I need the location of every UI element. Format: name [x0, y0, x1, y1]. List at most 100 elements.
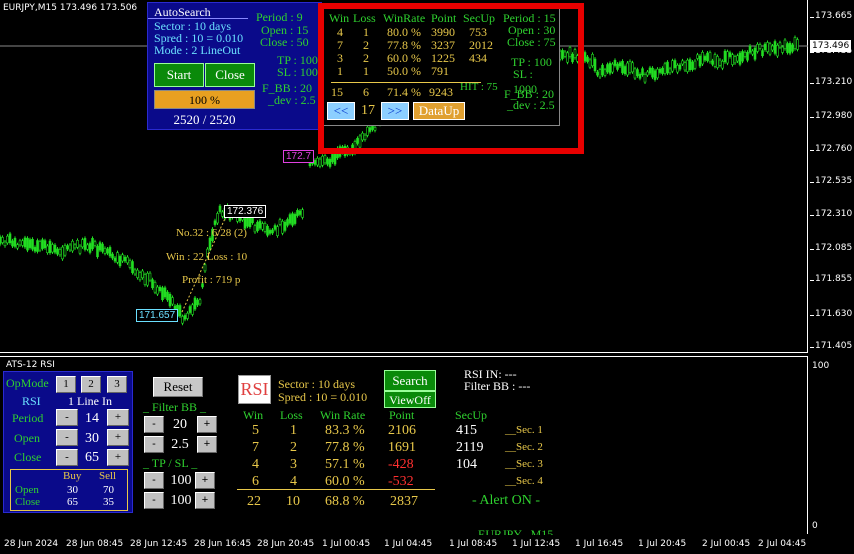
candle-body — [76, 240, 79, 248]
candle-body — [658, 68, 662, 73]
candle-body — [616, 63, 619, 70]
time-axis-label: 2 Jul 04:45 — [758, 539, 807, 549]
candle-body — [588, 59, 592, 68]
price-axis-label: 171.855 — [815, 274, 853, 284]
subwindow-title: ATS-12 RSI — [6, 360, 55, 370]
candle-body — [88, 243, 92, 253]
candle-body — [756, 43, 759, 52]
price-axis-tick — [810, 215, 814, 216]
candle-body — [701, 51, 704, 65]
trade-winloss: Win : 22 Loss : 10 — [166, 251, 248, 263]
candle-body — [46, 245, 49, 254]
candle-body — [3, 241, 7, 247]
candle-body — [166, 291, 169, 301]
candle-body — [736, 55, 739, 62]
ats-control-panel: OpMode 1 2 3 RSI 1 Line In Period - 14 +… — [3, 371, 133, 513]
candle-body — [631, 62, 634, 73]
tp-minus-button[interactable]: - — [144, 472, 164, 489]
candle-body — [628, 61, 632, 73]
sl-plus-button[interactable]: + — [195, 492, 215, 509]
price-axis-tick — [810, 83, 814, 84]
bottom-cell: 57.1 % — [325, 457, 365, 472]
candle-body — [683, 62, 687, 71]
alert-status: - Alert ON - — [472, 493, 541, 508]
candle-body — [793, 37, 797, 49]
candle-body — [261, 223, 264, 230]
price-axis-tick — [810, 315, 814, 316]
bb-period-value: 20 — [173, 417, 187, 432]
price-label-top: 172.376 — [224, 205, 267, 218]
candle-body — [153, 282, 157, 293]
bb-dev-minus-button[interactable]: - — [144, 436, 164, 453]
candle-body — [133, 269, 137, 275]
sl-minus-button[interactable]: - — [144, 492, 164, 509]
candle-body — [313, 160, 317, 165]
period-value: 14 — [85, 411, 99, 426]
candle-body — [751, 50, 754, 55]
close-plus-button[interactable]: + — [107, 449, 129, 466]
bottom-cell: 5 — [252, 423, 259, 438]
rsi-label: RSI — [22, 394, 41, 408]
bottom-cell: 3 — [290, 457, 297, 472]
period-plus-button[interactable]: + — [107, 409, 129, 426]
open-plus-button[interactable]: + — [107, 429, 129, 446]
filter-bb-label: _ Filter BB _ — [143, 400, 207, 414]
price-axis-label: 173.665 — [815, 11, 853, 21]
start-button[interactable]: Start — [154, 63, 204, 87]
candle-body — [758, 44, 762, 49]
candle-body — [11, 240, 14, 247]
open-buy-value: 30 — [67, 484, 78, 496]
candle-body — [638, 74, 642, 79]
bottom-cell: __Sec. 1 — [505, 424, 543, 436]
close-minus-button[interactable]: - — [56, 449, 78, 466]
time-axis-label: 28 Jun 08:45 — [66, 539, 124, 549]
viewoff-button[interactable]: ViewOff — [384, 391, 436, 408]
candle-body — [168, 293, 172, 307]
candle-body — [51, 244, 54, 253]
bb-dev-plus-button[interactable]: + — [197, 436, 217, 453]
bottom-header-cell: SecUp — [455, 408, 487, 422]
candle-body — [138, 272, 142, 281]
candle-body — [126, 256, 129, 264]
scale-top: 100 — [812, 361, 830, 371]
candle-body — [266, 225, 269, 236]
candle-body — [123, 256, 127, 262]
bb-period-minus-button[interactable]: - — [144, 416, 164, 433]
as-mode: Mode : 2 LineOut — [154, 43, 241, 57]
candle-body — [333, 153, 337, 165]
bottom-cell: __Sec. 4 — [505, 475, 543, 487]
price-axis: 173.665173.435173.210172.980172.760172.5… — [810, 0, 854, 353]
candle-body — [63, 245, 67, 256]
candle-body — [728, 52, 732, 57]
candle-body — [651, 67, 654, 78]
mode-1-button[interactable]: 1 — [56, 376, 76, 393]
candle-body — [83, 238, 87, 250]
candle-body — [26, 237, 29, 251]
candle-body — [601, 64, 604, 76]
time-axis-label: 1 Jul 20:45 — [638, 539, 687, 549]
candle-body — [663, 63, 667, 74]
candle-body — [216, 213, 219, 224]
candle-body — [776, 45, 779, 57]
mode-2-button[interactable]: 2 — [81, 376, 101, 393]
bb-period-plus-button[interactable]: + — [197, 416, 217, 433]
search-button[interactable]: Search — [384, 370, 436, 391]
period-minus-button[interactable]: - — [56, 409, 78, 426]
candle-body — [73, 244, 77, 249]
autosearch-panel: AutoSearch Sector : 10 days Spred : 10 =… — [147, 2, 322, 130]
bottom-cell: 2 — [290, 440, 297, 455]
highlight-box — [318, 3, 584, 154]
progress-text: 100 % — [189, 93, 220, 107]
open-minus-button[interactable]: - — [56, 429, 78, 446]
price-axis-label: 172.980 — [815, 111, 853, 121]
candle-body — [58, 249, 62, 256]
bottom-header-cell: Win — [243, 408, 264, 422]
reset-button[interactable]: Reset — [153, 377, 203, 397]
tp-plus-button[interactable]: + — [195, 472, 215, 489]
time-axis-label: 1 Jul 04:45 — [384, 539, 433, 549]
close-button[interactable]: Close — [205, 63, 255, 87]
candle-body — [633, 68, 637, 79]
candle-body — [283, 221, 287, 231]
close-sell-value: 35 — [103, 496, 114, 508]
mode-3-button[interactable]: 3 — [107, 376, 127, 393]
